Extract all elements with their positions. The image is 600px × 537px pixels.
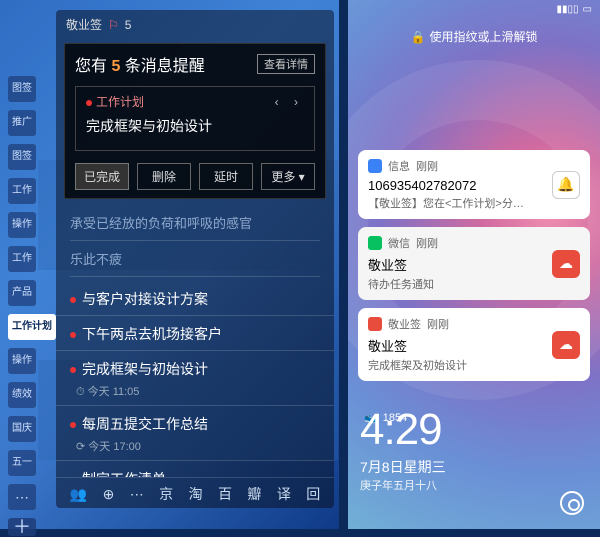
side-tag[interactable]: 五一 — [8, 450, 36, 476]
side-tag[interactable]: 国庆 — [8, 416, 36, 442]
side-tag[interactable]: 操作 — [8, 212, 36, 238]
delete-button[interactable]: 删除 — [137, 163, 191, 190]
clock-lunar: 庚子年五月十八 — [360, 477, 446, 493]
plan-text: 完成框架与初始设计 — [86, 116, 304, 136]
sms-app-icon — [368, 159, 382, 173]
notification-card[interactable]: 微信 刚刚 敬业签 待办任务通知 ☁ — [358, 227, 590, 300]
toolbar-contacts-icon[interactable]: 👥 — [70, 486, 87, 503]
cloud-badge-icon[interactable]: ☁ — [552, 331, 580, 359]
list-item[interactable]: 每周五提交工作总结 ⟳ 今天 17:00 — [56, 406, 334, 461]
plan-tag: 工作计划 — [86, 93, 144, 110]
signal-icon: ▮▮▯▯ — [557, 4, 579, 15]
more-button[interactable]: 更多 ▾ — [261, 163, 315, 190]
lock-icon: 🔒 — [411, 30, 426, 44]
plan-nav-arrows[interactable]: ‹ › — [275, 95, 304, 109]
notification-stack: 信息 刚刚 10693540278​2072 【敬业签】您在<工作计划>分… 🔔… — [358, 150, 590, 381]
side-tag-more[interactable]: ⋯ — [8, 484, 36, 510]
notif-time: 刚刚 — [416, 158, 438, 174]
faded-text-block: 承受已经放的负荷和呼吸的感官 乐此不疲 — [56, 205, 334, 281]
faded-line: 承受已经放的负荷和呼吸的感官 — [70, 205, 320, 241]
notif-title: 敬业签 — [368, 255, 580, 274]
toolbar-back-icon[interactable]: 回 — [306, 484, 320, 504]
notif-title: 敬业签 — [368, 336, 580, 355]
side-tag-active[interactable]: 工作计划 — [8, 314, 56, 340]
status-dot-icon — [70, 422, 76, 428]
notif-title: 10693540278​2072 — [368, 178, 580, 193]
jyq-app-icon — [368, 317, 382, 331]
side-tag[interactable]: 工作 — [8, 178, 36, 204]
app-title: 敬业签 — [66, 16, 102, 33]
faded-line: 乐此不疲 — [70, 241, 320, 277]
done-button[interactable]: 已完成 — [75, 163, 129, 190]
notif-app-name: 信息 — [388, 158, 410, 174]
delay-button[interactable]: 延时 — [199, 163, 253, 190]
side-tag[interactable]: 图签 — [8, 76, 36, 102]
bell-icon[interactable]: 🔔 — [552, 171, 580, 199]
notif-app-name: 敬业签 — [388, 316, 421, 332]
wechat-app-icon — [368, 236, 382, 250]
side-tag[interactable]: 绩效 — [8, 382, 36, 408]
notification-card[interactable]: 敬业签 刚刚 敬业签 完成框架及初始设计 ☁ — [358, 308, 590, 381]
toolbar-more-icon[interactable]: ⋯ — [130, 486, 144, 503]
list-item[interactable]: 下午两点去机场接客户 — [56, 316, 334, 351]
side-tag[interactable]: 操作 — [8, 348, 36, 374]
toolbar-jd-icon[interactable]: 京 — [159, 484, 173, 504]
jyq-app-window: 敬业签 ⚐ 5 您有 5 条消息提醒 查看详情 工作计划 ‹ › 完成框架与初始… — [56, 10, 334, 508]
cloud-badge-icon[interactable]: ☁ — [552, 250, 580, 278]
notif-time: 刚刚 — [416, 235, 438, 251]
toolbar-douban-icon[interactable]: 瓣 — [247, 484, 261, 504]
side-tag-add[interactable]: ＋ — [8, 518, 36, 536]
phone-lockscreen: ▮▮▯▯ ▭ 🔒使用指纹或上滑解锁 信息 刚刚 10693540278​2072… — [348, 0, 600, 529]
list-item[interactable]: 制定工作清单 ⏱ 04月14日 08:00 ⊞ — [56, 461, 334, 477]
reminder-summary: 您有 5 条消息提醒 — [75, 52, 205, 76]
clock-time: 4:29 — [360, 405, 446, 455]
bottom-toolbar: 👥 ⊕ ⋯ 京 淘 百 瓣 译 回 — [56, 477, 334, 508]
desktop-screenshot: 图签 推广 图签 工作 操作 工作 产品 工作计划 操作 绩效 国庆 五一 ⋯ … — [0, 0, 339, 529]
notif-app-name: 微信 — [388, 235, 410, 251]
toolbar-add-icon[interactable]: ⊕ — [103, 486, 115, 503]
toolbar-baidu-icon[interactable]: 百 — [218, 484, 232, 504]
flag-count: 5 — [125, 18, 132, 32]
clock-date: 7月8日星期三 — [360, 457, 446, 477]
todo-list: 与客户对接设计方案 下午两点去机场接客户 完成框架与初始设计 ⏱ 今天 11:0… — [56, 281, 334, 477]
notif-time: 刚刚 — [427, 316, 449, 332]
status-dot-icon — [70, 332, 76, 338]
plan-highlight-box: 工作计划 ‹ › 完成框架与初始设计 — [75, 86, 315, 151]
phone-status-bar: ▮▮▯▯ ▭ — [557, 4, 592, 15]
notif-body: 完成框架及初始设计 — [368, 357, 580, 373]
list-item[interactable]: 完成框架与初始设计 ⏱ 今天 11:05 — [56, 351, 334, 406]
reminder-actions: 已完成 删除 延时 更多 ▾ — [75, 163, 315, 190]
list-item[interactable]: 与客户对接设计方案 — [56, 281, 334, 316]
reminder-panel: 您有 5 条消息提醒 查看详情 工作计划 ‹ › 完成框架与初始设计 已完成 删… — [64, 43, 326, 199]
lockscreen-clock: 4:29 7月8日星期三 庚子年五月十八 — [360, 405, 446, 493]
status-dot-icon — [70, 297, 76, 303]
notif-body: 待办任务通知 — [368, 276, 580, 292]
side-tag[interactable]: 图签 — [8, 144, 36, 170]
view-details-button[interactable]: 查看详情 — [257, 54, 315, 74]
side-tag[interactable]: 产品 — [8, 280, 36, 306]
side-tag[interactable]: 推广 — [8, 110, 36, 136]
notif-body: 【敬业签】您在<工作计划>分… — [368, 195, 580, 211]
camera-icon[interactable] — [560, 491, 584, 515]
side-tag-column: 图签 推广 图签 工作 操作 工作 产品 工作计划 操作 绩效 国庆 五一 ⋯ … — [8, 76, 56, 536]
battery-icon: ▭ — [583, 4, 592, 15]
notification-card[interactable]: 信息 刚刚 10693540278​2072 【敬业签】您在<工作计划>分… 🔔 — [358, 150, 590, 219]
side-tag[interactable]: 工作 — [8, 246, 36, 272]
app-titlebar: 敬业签 ⚐ 5 — [56, 10, 334, 39]
status-dot-icon — [70, 367, 76, 373]
flag-icon: ⚐ — [108, 18, 119, 32]
toolbar-taobao-icon[interactable]: 淘 — [189, 484, 203, 504]
unlock-hint: 🔒使用指纹或上滑解锁 — [348, 28, 600, 45]
toolbar-translate-icon[interactable]: 译 — [277, 484, 291, 504]
